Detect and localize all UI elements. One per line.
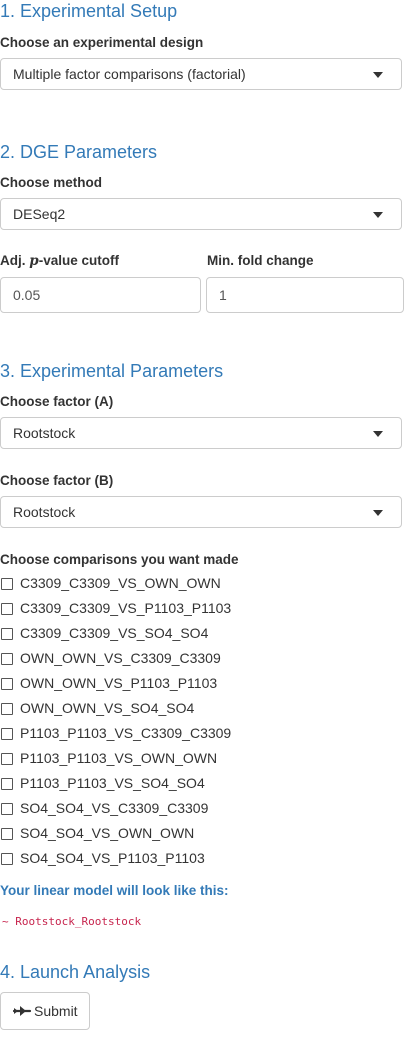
comparison-checkbox-label: P1103_P1103_VS_OWN_OWN [20, 750, 218, 766]
checkbox-box[interactable] [1, 603, 13, 615]
linear-model-note: Your linear model will look like this: [0, 883, 229, 898]
design-select[interactable]: Multiple factor comparisons (factorial) [0, 58, 402, 90]
section-title-experimental-parameters: 3. Experimental Parameters [0, 361, 224, 381]
factor-a-label: Choose factor (A) [0, 394, 114, 409]
comparison-checkbox-label: SO4_SO4_VS_C3309_C3309 [20, 800, 209, 816]
chevron-down-icon [373, 431, 383, 437]
foldchange-input[interactable]: 1 [206, 277, 404, 313]
comparison-checkbox-label: OWN_OWN_VS_P1103_P1103 [20, 675, 218, 691]
pvalue-label-prefix: Adj. [0, 253, 30, 268]
pvalue-label-p: p [29, 253, 39, 269]
section-title-launch-analysis: 4. Launch Analysis [0, 962, 151, 982]
comparison-checkbox-label: P1103_P1103_VS_SO4_SO4 [20, 775, 205, 791]
pvalue-label: Adj. p-value cutoff [0, 252, 119, 270]
checkbox-box[interactable] [1, 753, 13, 765]
section-title-dge-parameters: 2. DGE Parameters [0, 142, 158, 162]
checkbox-box[interactable] [1, 628, 13, 640]
pvalue-label-suffix: -value cutoff [38, 253, 119, 268]
comparison-checkbox-label: OWN_OWN_VS_C3309_C3309 [20, 650, 221, 666]
checkbox-box[interactable] [1, 578, 13, 590]
method-select-value: DESeq2 [13, 206, 66, 222]
checkbox-box[interactable] [1, 828, 13, 840]
checkbox-box[interactable] [1, 853, 13, 865]
section-title-experimental-setup: 1. Experimental Setup [0, 1, 178, 21]
design-select-value: Multiple factor comparisons (factorial) [13, 66, 246, 82]
comparison-checkbox-label: C3309_C3309_VS_P1103_P1103 [20, 600, 232, 616]
comparison-checkbox-label: C3309_C3309_VS_OWN_OWN [20, 575, 221, 591]
chevron-down-icon [373, 510, 383, 516]
comparison-checkbox-label: C3309_C3309_VS_SO4_SO4 [20, 625, 209, 641]
method-label: Choose method [0, 175, 103, 190]
factor-b-select-value: Rootstock [13, 504, 76, 520]
checkbox-box[interactable] [1, 728, 13, 740]
checkbox-box[interactable] [1, 703, 13, 715]
pvalue-input-value: 0.05 [13, 287, 41, 303]
method-select[interactable]: DESeq2 [0, 198, 402, 230]
checkbox-box[interactable] [1, 778, 13, 790]
comparison-checkbox-label: OWN_OWN_VS_SO4_SO4 [20, 700, 195, 716]
foldchange-label: Min. fold change [207, 253, 314, 268]
comparison-checkbox-label: SO4_SO4_VS_P1103_P1103 [20, 850, 205, 866]
comparison-checkbox-label: SO4_SO4_VS_OWN_OWN [20, 825, 195, 841]
submit-button[interactable]: Submit [0, 992, 90, 1030]
factor-a-select[interactable]: Rootstock [0, 417, 402, 449]
chevron-down-icon [373, 212, 383, 218]
comparison-checkbox-label: P1103_P1103_VS_C3309_C3309 [20, 725, 232, 741]
comparisons-label: Choose comparisons you want made [0, 552, 239, 567]
linear-model-formula: ~ Rootstock_Rootstock [2, 915, 142, 928]
paper-plane-icon [12, 1006, 32, 1016]
foldchange-input-value: 1 [219, 287, 227, 303]
checkbox-box[interactable] [1, 678, 13, 690]
pvalue-input[interactable]: 0.05 [0, 277, 201, 313]
design-label: Choose an experimental design [0, 35, 204, 50]
checkbox-box[interactable] [1, 803, 13, 815]
factor-b-select[interactable]: Rootstock [0, 496, 402, 528]
submit-button-label: Submit [34, 1003, 78, 1019]
factor-b-label: Choose factor (B) [0, 473, 114, 488]
checkbox-box[interactable] [1, 653, 13, 665]
factor-a-select-value: Rootstock [13, 425, 76, 441]
chevron-down-icon [373, 72, 383, 78]
